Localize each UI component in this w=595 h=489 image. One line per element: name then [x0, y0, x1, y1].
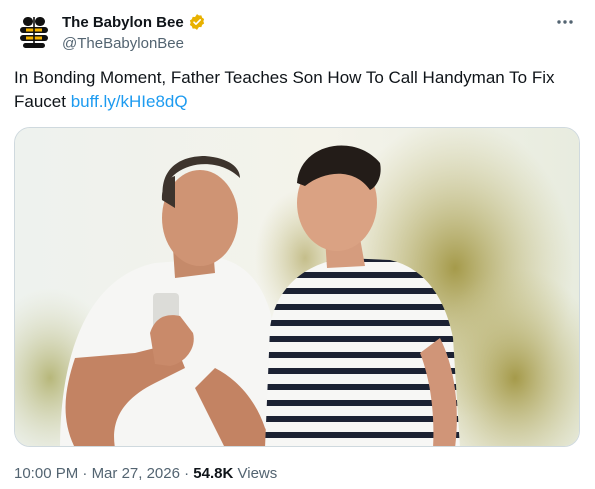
views-label: Views: [237, 465, 278, 482]
tweet-link[interactable]: buff.ly/kHIe8dQ: [71, 92, 188, 111]
meta-separator: ·: [82, 465, 88, 482]
author-handle[interactable]: @TheBabylonBee: [62, 34, 206, 54]
tweet-media[interactable]: [14, 127, 580, 447]
tweet-meta: 10:00 PM · Mar 27, 2026 · 54.8K Views: [14, 464, 277, 484]
author-block: The Babylon Bee @TheBabylonBee: [62, 12, 206, 54]
more-options-icon: [557, 20, 573, 24]
views-count[interactable]: 54.8K: [193, 465, 233, 482]
author-display-name[interactable]: The Babylon Bee: [62, 14, 184, 31]
more-options-button[interactable]: [553, 12, 577, 32]
avatar[interactable]: [14, 12, 54, 52]
tweet-time[interactable]: 10:00 PM: [14, 465, 78, 482]
meta-separator: ·: [184, 465, 190, 482]
tweet-date[interactable]: Mar 27, 2026: [92, 465, 180, 482]
photo-father-son-phone: [15, 128, 579, 446]
tweet-card: The Babylon Bee @TheBabylonBee In Bondin…: [0, 0, 595, 489]
bee-logo-icon: [20, 17, 48, 48]
tweet-text: In Bonding Moment, Father Teaches Son Ho…: [14, 66, 574, 114]
gold-verified-badge-icon[interactable]: [188, 13, 206, 31]
